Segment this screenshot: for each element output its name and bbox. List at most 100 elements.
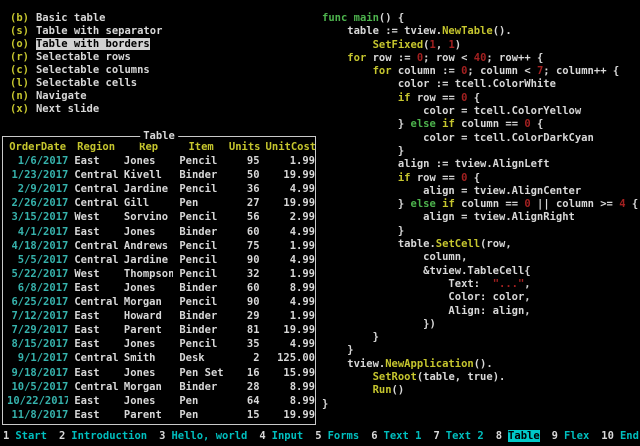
statusbar-slide-text-1[interactable]: 6Text 1	[371, 430, 421, 442]
menu-item-r[interactable]: (r)Selectable rows	[10, 51, 162, 64]
code-token: })	[322, 318, 436, 330]
code-line: align = tview.AlignCenter	[322, 185, 638, 198]
slide-label: End	[620, 430, 639, 442]
menu-item-n[interactable]: (n)Navigate	[10, 90, 162, 103]
slide-number: 5	[315, 430, 321, 442]
statusbar-slide-hello-world[interactable]: 3Hello, world	[159, 430, 247, 442]
table-cell: 4/1/2017	[7, 225, 68, 239]
table-cell: 2.99	[266, 210, 315, 224]
table-row: 9/18/2017EastJonesPen Set1615.99	[3, 366, 315, 380]
statusbar-slide-input[interactable]: 4Input	[259, 430, 303, 442]
code-line: SetFixed(1, 1)	[322, 39, 638, 52]
table-cell: 6/25/2017	[7, 295, 68, 309]
table-row: 8/15/2017EastJonesPencil354.99	[3, 337, 315, 351]
code-token: for	[347, 52, 366, 64]
table-cell: Pen Set	[179, 366, 223, 380]
code-token: }	[322, 145, 404, 157]
slide-number: 10	[601, 430, 614, 442]
code-token: () {	[379, 12, 404, 24]
menu-item-x[interactable]: (x)Next slide	[10, 103, 162, 116]
code-token: for	[373, 65, 392, 77]
table-cell: 81	[229, 323, 260, 337]
table-cell: 4.99	[266, 337, 315, 351]
code-token: }	[322, 198, 411, 210]
table-cell: West	[74, 267, 118, 281]
table-cell: 15	[229, 408, 260, 422]
statusbar-slide-end[interactable]: 10 End	[601, 430, 639, 442]
code-token: align = tview.AlignCenter	[322, 185, 581, 197]
table-cell: Morgan	[124, 380, 173, 394]
code-token: }	[322, 331, 379, 343]
table-cell: 64	[229, 394, 260, 408]
statusbar-slide-table[interactable]: 8Table	[496, 430, 540, 442]
slide-number: 3	[159, 430, 165, 442]
table-cell: 2	[229, 351, 260, 365]
table-cell: 90	[229, 253, 260, 267]
table-cell: 36	[229, 182, 260, 196]
statusbar-slide-text-2[interactable]: 7Text 2	[433, 430, 483, 442]
slide-label: Start	[15, 430, 47, 442]
slide-number: 6	[371, 430, 377, 442]
code-token: "..."	[493, 278, 525, 290]
code-token: column :=	[392, 65, 462, 77]
table-row: 10/5/2017CentralMorganBinder288.99	[3, 380, 315, 394]
menu-item-s[interactable]: (s)Table with separator	[10, 25, 162, 38]
table-row: 7/12/2017EastHowardBinder291.99	[3, 309, 315, 323]
code-token	[322, 92, 398, 104]
table-cell: 19.99	[266, 196, 315, 210]
code-token: }	[322, 118, 411, 130]
code-token: row ==	[411, 172, 462, 184]
slide-menu: (b)Basic table(s)Table with separator(o)…	[10, 12, 162, 116]
table-cell: 19.99	[266, 408, 315, 422]
table-cell: Binder	[179, 281, 223, 295]
code-token: if	[442, 198, 455, 210]
table-cell: Pencil	[179, 239, 223, 253]
table-cell: Parent	[124, 323, 173, 337]
table-cell: 1/6/2017	[7, 154, 68, 168]
statusbar-slide-start[interactable]: 1 Start	[3, 430, 47, 442]
table-row: 1/23/2017CentralKivellBinder5019.99	[3, 168, 315, 182]
table-cell: 4/18/2017	[7, 239, 68, 253]
code-token: ,	[436, 39, 449, 51]
slide-label: Flex	[564, 430, 589, 442]
statusbar-slide-flex[interactable]: 9Flex	[552, 430, 590, 442]
code-line: for column := 0; column < 7; column++ {	[322, 65, 638, 78]
table-cell: 2/9/2017	[7, 182, 68, 196]
table-cell: Pen	[179, 196, 223, 210]
table-row: 6/25/2017CentralMorganPencil904.99	[3, 295, 315, 309]
table-cell: 1.99	[266, 154, 315, 168]
table-cell: 4.99	[266, 225, 315, 239]
code-token: row ==	[411, 92, 462, 104]
code-line: align = tview.AlignRight	[322, 211, 638, 224]
table-cell: Central	[74, 182, 118, 196]
table-cell: Pen	[179, 394, 223, 408]
code-token: ().	[493, 25, 512, 37]
menu-item-b[interactable]: (b)Basic table	[10, 12, 162, 25]
statusbar-slide-introduction[interactable]: 2Introduction	[59, 430, 147, 442]
table-cell: West	[74, 210, 118, 224]
table-row: 5/5/2017CentralJardinePencil904.99	[3, 253, 315, 267]
menu-item-label: Selectable rows	[36, 51, 131, 63]
menu-item-c[interactable]: (c)Selectable columns	[10, 64, 162, 77]
statusbar-slide-forms[interactable]: 5Forms	[315, 430, 359, 442]
code-panel: func main() { table := tview.NewTable().…	[322, 12, 638, 411]
code-token: color = tcell.ColorDarkCyan	[322, 132, 594, 144]
slide-number: 1	[3, 430, 9, 442]
table-cell: Parent	[124, 408, 173, 422]
code-token: column ==	[455, 118, 525, 130]
code-line: Text: "...",	[322, 278, 638, 291]
code-token: {	[467, 92, 480, 104]
menu-item-label: Basic table	[36, 12, 106, 24]
table-cell: 15.99	[266, 366, 315, 380]
table-cell: Andrews	[124, 239, 173, 253]
code-line: SetRoot(table, true).	[322, 371, 638, 384]
menu-item-l[interactable]: (l)Selectable cells	[10, 77, 162, 90]
table-cell: Pen	[179, 408, 223, 422]
code-token: row :=	[366, 52, 417, 64]
code-line: column,	[322, 251, 638, 264]
table-cell: Binder	[179, 225, 223, 239]
code-token: NewApplication	[385, 358, 474, 370]
column-header-unitcost: UnitCost	[266, 140, 315, 154]
table-cell: Central	[74, 239, 118, 253]
menu-item-o[interactable]: (o)Table with borders	[10, 38, 162, 51]
